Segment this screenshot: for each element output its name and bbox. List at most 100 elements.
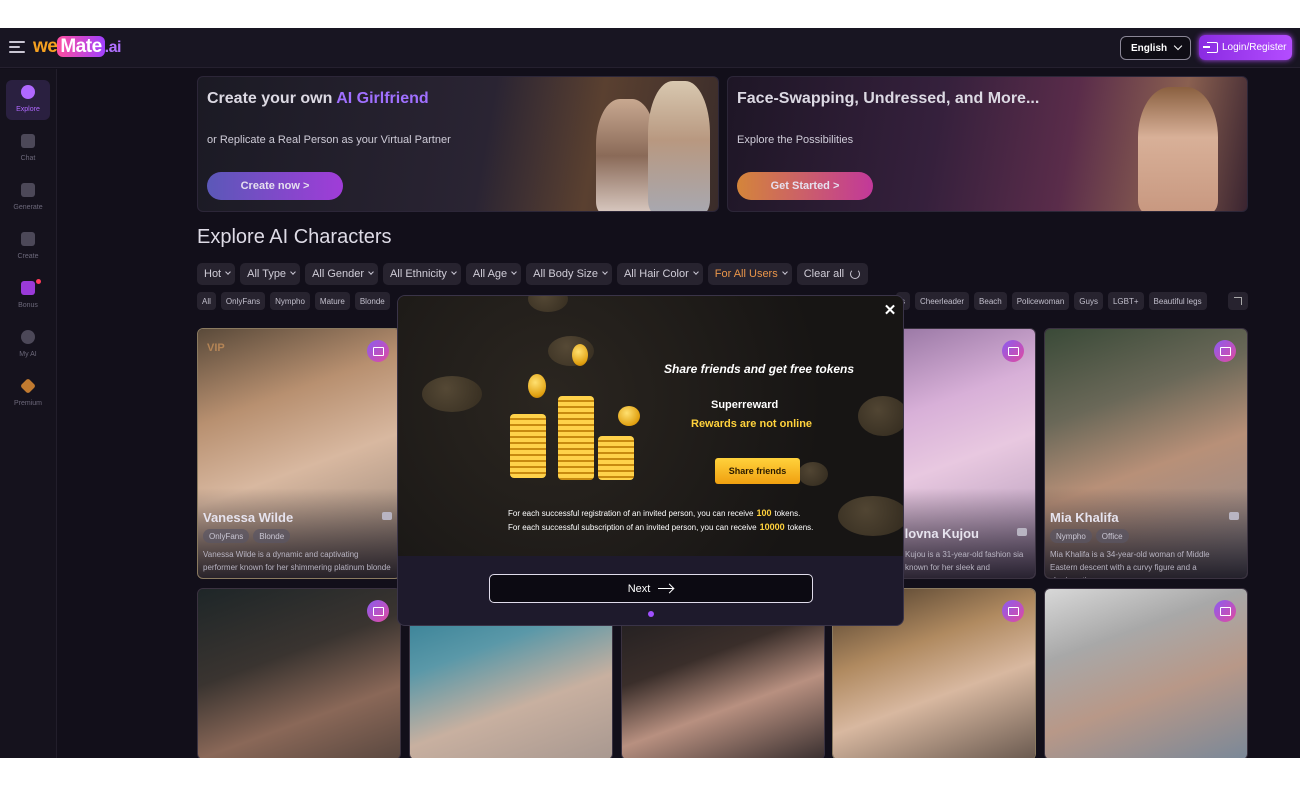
image-gallery-icon[interactable] xyxy=(367,340,389,362)
sidebar-item-label: Premium xyxy=(13,400,42,407)
sidebar-item-my-ai[interactable]: My AI xyxy=(6,325,50,365)
sidebar-item-label: My AI xyxy=(19,351,37,358)
filter-label: All Age xyxy=(472,268,508,280)
character-card[interactable] xyxy=(197,588,401,758)
filter-label: Hot xyxy=(204,268,222,280)
coin-stack xyxy=(598,436,634,480)
tag-chip[interactable]: Beach xyxy=(974,292,1007,310)
get-started-button[interactable]: Get Started > xyxy=(737,172,873,200)
refresh-icon xyxy=(850,269,861,279)
sidebar-item-create[interactable]: Create xyxy=(6,227,50,267)
tag-chip[interactable]: All xyxy=(197,292,216,310)
banner-portrait-image xyxy=(1138,87,1218,211)
character-tag: OnlyFans xyxy=(203,529,250,543)
coin-stack xyxy=(510,414,546,478)
sidebar-item-bonus[interactable]: Bonus xyxy=(6,276,50,316)
chevron-down-icon xyxy=(692,269,699,275)
share-friends-button[interactable]: Share friends xyxy=(715,458,800,484)
language-select[interactable]: English xyxy=(1120,36,1191,60)
rewards-status: Rewards are not online xyxy=(691,418,813,430)
tag-chip[interactable]: LGBT+ xyxy=(1107,292,1144,310)
next-button[interactable]: Next xyxy=(489,574,813,603)
image-gallery-icon[interactable] xyxy=(1002,600,1024,622)
image-gallery-icon[interactable] xyxy=(1002,340,1024,362)
coin-stack xyxy=(558,396,594,480)
reward-text: tokens. xyxy=(774,509,801,518)
character-tag: Office xyxy=(1095,529,1129,543)
banner-face-swap[interactable]: Face-Swapping, Undressed, and More... Ex… xyxy=(727,76,1248,212)
image-gallery-icon[interactable] xyxy=(1214,340,1236,362)
sidebar-item-explore[interactable]: Explore xyxy=(6,80,50,120)
filter-ethnicity[interactable]: All Ethnicity xyxy=(383,263,461,285)
pagination-dot[interactable] xyxy=(648,611,654,617)
coin-decoration xyxy=(528,296,568,312)
character-card[interactable]: Mia Khalifa Nympho Office Mia Khalifa is… xyxy=(1044,328,1248,579)
banner-portrait-image xyxy=(648,81,710,211)
coin-decoration xyxy=(572,344,588,366)
tag-chip[interactable]: Guys xyxy=(1074,292,1103,310)
reward-text: For each successful registration of an i… xyxy=(508,509,754,518)
tag-chip[interactable]: Mature xyxy=(314,292,350,310)
compass-icon xyxy=(21,85,35,99)
filter-label: All Hair Color xyxy=(623,268,689,280)
character-tag: Nympho xyxy=(1050,529,1092,543)
heart-icon xyxy=(21,330,35,344)
chat-icon[interactable] xyxy=(382,512,392,520)
explore-title: Explore AI Characters xyxy=(197,226,392,248)
banner-title-accent: AI Girlfriend xyxy=(336,90,429,107)
create-now-button[interactable]: Create now > xyxy=(207,172,343,200)
filter-sort[interactable]: Hot xyxy=(197,263,236,285)
reward-line-registration: For each successful registration of an i… xyxy=(508,508,800,518)
clear-all-button[interactable]: Clear all xyxy=(796,263,869,285)
close-icon[interactable]: ✕ xyxy=(882,303,898,319)
tag-chip[interactable]: Nympho xyxy=(270,292,310,310)
coin-decoration xyxy=(618,406,640,426)
sidebar-item-label: Bonus xyxy=(18,302,38,309)
login-register-button[interactable]: Login/Register xyxy=(1199,35,1292,60)
expand-icon[interactable] xyxy=(1228,292,1248,310)
next-label: Next xyxy=(627,582,651,595)
character-name: Vanessa Wilde xyxy=(203,510,294,525)
tag-chip[interactable]: Policewoman xyxy=(1011,292,1070,310)
tag-chip[interactable]: Cheerleader xyxy=(915,292,970,310)
sidebar-item-generate[interactable]: Generate xyxy=(6,178,50,218)
chat-icon[interactable] xyxy=(1017,528,1027,536)
filter-label: All Type xyxy=(247,268,287,280)
chevron-down-icon xyxy=(511,269,517,275)
image-gallery-icon[interactable] xyxy=(367,600,389,622)
tag-chip[interactable]: Beautiful legs xyxy=(1148,292,1207,310)
coin-decoration xyxy=(422,376,482,412)
character-card[interactable]: VIP Vanessa Wilde OnlyFans Blonde Vaness… xyxy=(197,328,401,579)
vip-badge: VIP xyxy=(207,342,225,354)
filter-hair-color[interactable]: All Hair Color xyxy=(616,263,703,285)
filter-label: All Ethnicity xyxy=(390,268,447,280)
character-description: Vanessa Wilde is a dynamic and captivati… xyxy=(203,550,391,572)
filter-body-size[interactable]: All Body Size xyxy=(526,263,612,285)
sidebar-item-premium[interactable]: Premium xyxy=(6,374,50,414)
sidebar-item-chat[interactable]: Chat xyxy=(6,129,50,169)
character-tag: Blonde xyxy=(253,529,291,543)
filter-users[interactable]: For All Users xyxy=(707,263,792,285)
filter-type[interactable]: All Type xyxy=(240,263,301,285)
character-card[interactable] xyxy=(1044,588,1248,758)
reward-text: For each successful subscription of an i… xyxy=(508,523,757,532)
character-name: ilovna Kujou xyxy=(901,526,979,541)
wemate-logo[interactable]: we Mate .ai xyxy=(33,36,121,60)
chat-icon[interactable] xyxy=(1229,512,1239,520)
image-gallery-icon[interactable] xyxy=(1214,600,1236,622)
sidebar-item-label: Create xyxy=(17,253,39,260)
tag-chip[interactable]: OnlyFans xyxy=(220,292,266,310)
banner-create-girlfriend[interactable]: Create your own AI Girlfriend or Replica… xyxy=(197,76,719,212)
banner-title-prefix: Create your own xyxy=(207,90,337,107)
hamburger-menu-icon[interactable] xyxy=(9,40,25,54)
tag-chip[interactable]: Blonde xyxy=(354,292,390,310)
coin-decoration xyxy=(838,496,903,536)
sidebar: Explore Chat Generate Create Bonus My AI… xyxy=(0,69,57,758)
modal-title: Share friends and get free tokens xyxy=(664,362,855,376)
arrow-right-icon xyxy=(658,584,674,594)
filter-age[interactable]: All Age xyxy=(465,263,522,285)
top-header: we Mate .ai English Login/Register xyxy=(0,28,1300,68)
tag-row-right: s Cheerleader Beach Policewoman Guys LGB… xyxy=(896,292,1207,310)
filter-gender[interactable]: All Gender xyxy=(305,263,379,285)
reward-line-subscription: For each successful subscription of an i… xyxy=(508,522,813,532)
